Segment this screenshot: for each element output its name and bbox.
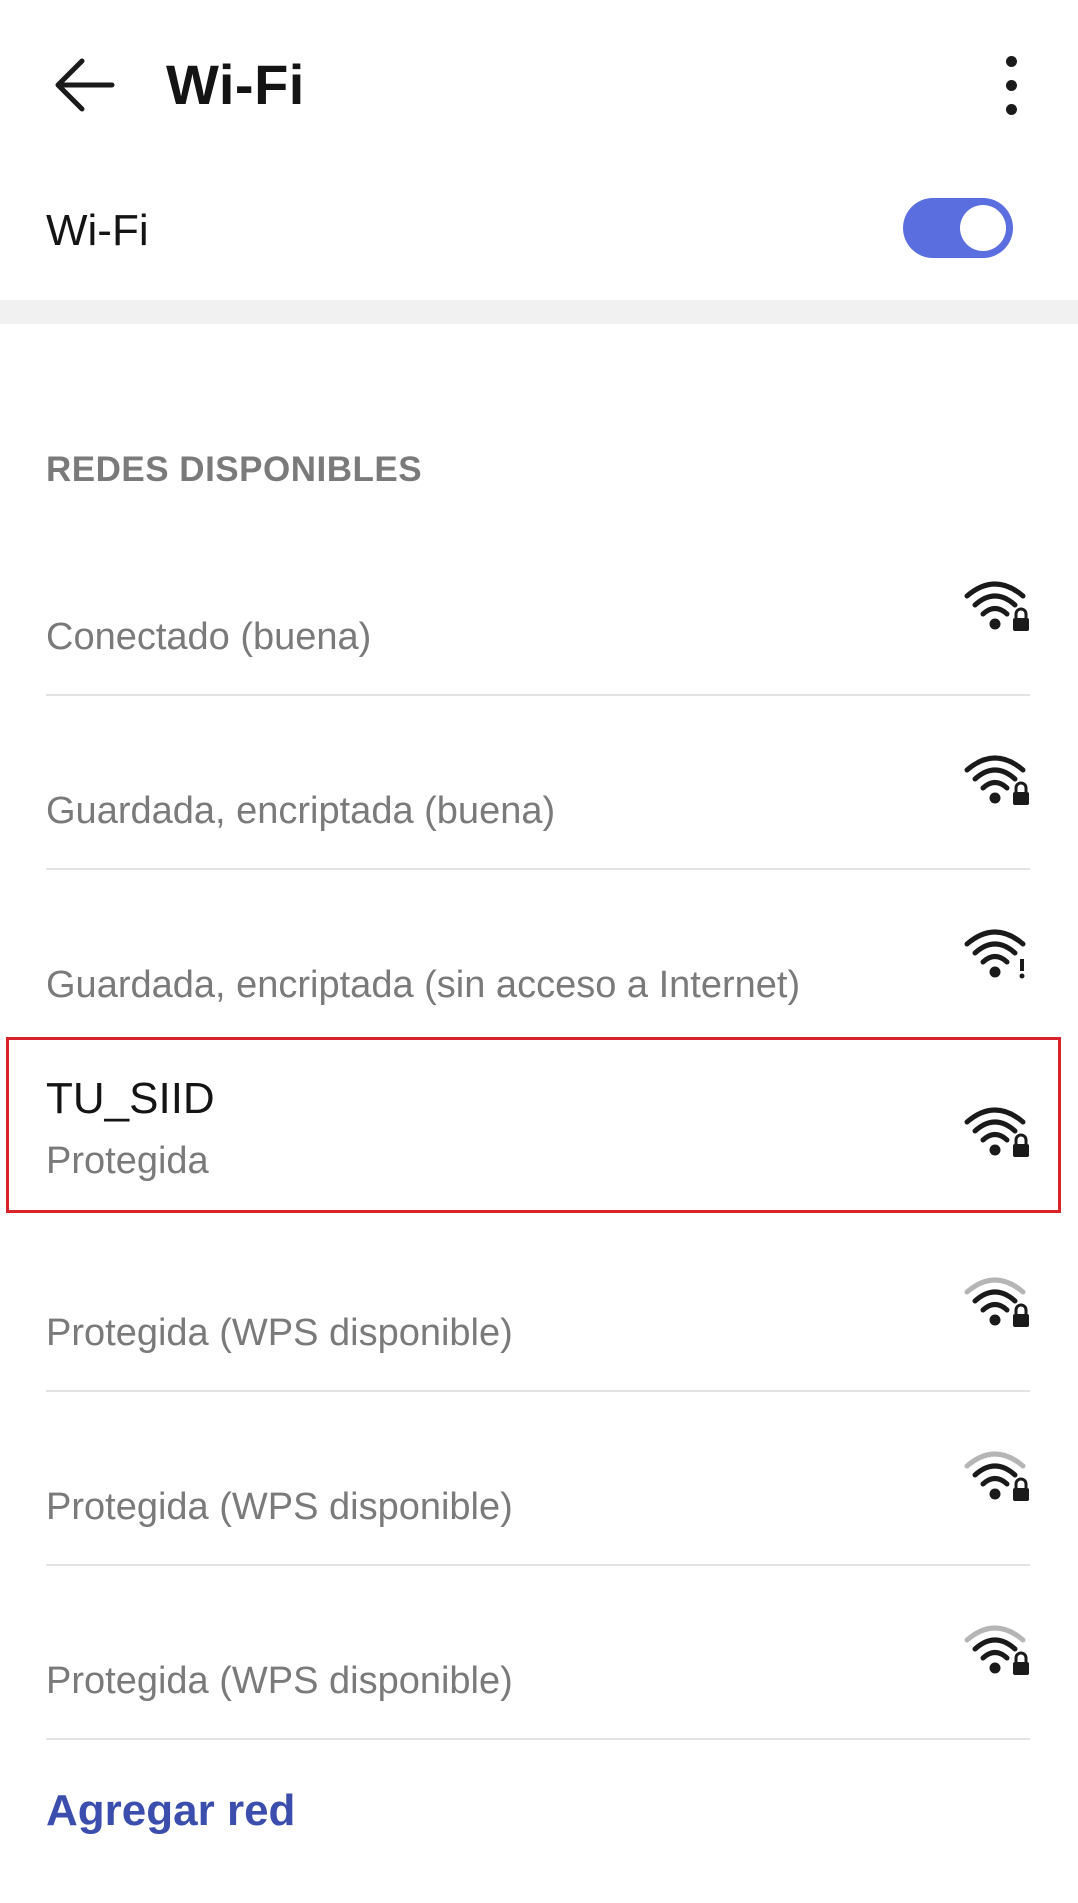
page-title: Wi-Fi <box>166 53 305 116</box>
network-status: Protegida <box>46 1140 209 1182</box>
network-status: Guardada, encriptada (sin acceso a Inter… <box>46 964 801 1006</box>
wifi-alert-icon <box>964 929 1026 979</box>
network-name: TU_SIID <box>46 1074 215 1123</box>
network-status: Guardada, encriptada (buena) <box>46 790 556 832</box>
more-vertical-icon-dot <box>1005 55 1017 67</box>
wifi-lock-icon <box>964 1451 1029 1501</box>
wifi-lock-icon <box>964 581 1029 631</box>
more-vertical-icon-dot <box>1005 103 1017 115</box>
wifi-toggle-label: Wi-Fi <box>46 206 149 255</box>
more-options-button[interactable] <box>985 40 1037 130</box>
wifi-switch[interactable] <box>903 198 1013 258</box>
section-divider <box>0 300 1078 324</box>
wifi-lock-icon <box>964 1625 1029 1675</box>
network-status: Protegida (WPS disponible) <box>46 1312 513 1354</box>
wifi-lock-icon <box>964 755 1029 805</box>
row-divider <box>46 1738 1030 1740</box>
network-status: Protegida (WPS disponible) <box>46 1486 513 1528</box>
network-row[interactable]: TU_SIID Protegida <box>46 1040 1030 1214</box>
add-network-button[interactable]: Agregar red <box>46 1786 295 1836</box>
network-row[interactable]: Guardada, encriptada (buena) <box>46 696 1030 870</box>
arrow-left-icon <box>55 58 115 112</box>
network-row[interactable]: Guardada, encriptada (sin acceso a Inter… <box>46 870 1030 1044</box>
network-row[interactable]: Protegida (WPS disponible) <box>46 1566 1030 1740</box>
network-row[interactable]: Protegida (WPS disponible) <box>46 1392 1030 1566</box>
network-row[interactable]: Protegida (WPS disponible) <box>46 1218 1030 1392</box>
network-status: Protegida (WPS disponible) <box>46 1660 513 1702</box>
back-button[interactable] <box>40 40 130 130</box>
switch-knob <box>960 205 1006 251</box>
wifi-lock-icon <box>964 1277 1029 1327</box>
network-status: Conectado (buena) <box>46 616 372 658</box>
wifi-lock-icon <box>964 1107 1029 1157</box>
available-networks-header: REDES DISPONIBLES <box>46 450 423 489</box>
network-row[interactable]: Conectado (buena) <box>46 522 1030 696</box>
more-vertical-icon-dot <box>1005 79 1017 91</box>
top-app-bar: Wi-Fi <box>0 0 1078 170</box>
